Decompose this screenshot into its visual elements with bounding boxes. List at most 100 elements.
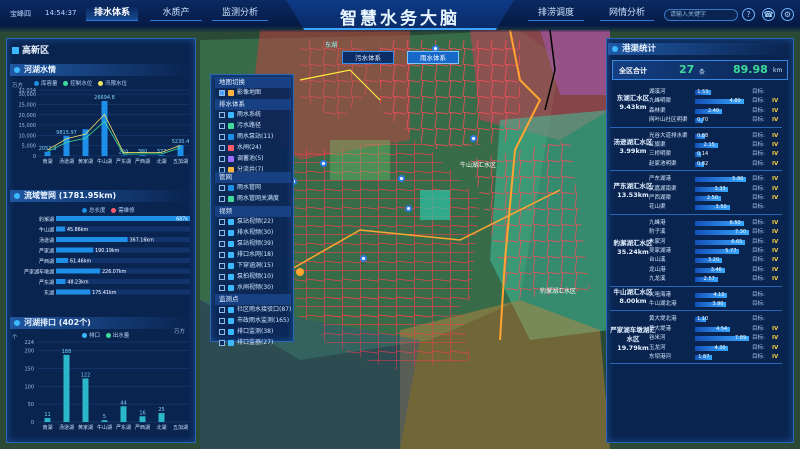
layer-item[interactable]: 雨水管网关满度 <box>219 194 279 204</box>
nav-tab-monitor[interactable]: 监测分析 <box>212 6 268 21</box>
checkbox[interactable] <box>219 155 225 162</box>
tab-rain-system[interactable]: 雨水体系 <box>407 51 459 64</box>
outlet-section-title: 河湖排口 (402个) <box>10 317 190 329</box>
channel-value: 2.57 <box>703 276 715 283</box>
target-level: IV <box>772 151 779 158</box>
bar-value-label: 9815.97 <box>56 130 77 136</box>
layer-item[interactable]: 排水视频(30) <box>219 228 273 238</box>
settings-icon[interactable]: ⚙ <box>781 8 794 21</box>
nav-tab-network[interactable]: 网情分析 <box>600 6 654 21</box>
bar[interactable] <box>158 155 165 156</box>
checkbox[interactable] <box>219 306 225 313</box>
map-label-niushan: 牛山湖汇水区 <box>460 162 497 169</box>
bar[interactable] <box>56 247 94 253</box>
help-icon[interactable]: ? <box>742 8 755 21</box>
checkbox[interactable] <box>219 328 225 335</box>
layer-group-drain[interactable]: 排水体系 <box>215 99 291 110</box>
total-length: 89.98 <box>733 63 768 76</box>
bar[interactable] <box>56 268 101 274</box>
layer-item[interactable]: 泵站视频(39) <box>219 239 273 249</box>
bar[interactable] <box>82 378 89 422</box>
layer-item[interactable]: 雨水系统 <box>219 110 261 120</box>
bar[interactable] <box>44 151 51 156</box>
channel-name: 玉龙河 <box>649 344 666 351</box>
target-label: 目标: <box>752 325 765 332</box>
checkbox[interactable] <box>219 218 225 225</box>
bar[interactable] <box>56 279 66 284</box>
channel-value: 2.50 <box>706 195 719 201</box>
search-input[interactable]: 请输入关键字 <box>664 9 738 21</box>
bar-value-label: 48.23km <box>67 280 89 286</box>
channel-value: 5.77 <box>725 248 737 254</box>
nav-tab-dispatch[interactable]: 排涝调度 <box>528 6 584 21</box>
bar[interactable] <box>101 101 108 156</box>
bar[interactable] <box>44 418 51 422</box>
bar[interactable] <box>82 129 89 156</box>
layer-item[interactable]: 污水路径 <box>219 121 261 131</box>
bar[interactable] <box>63 354 70 422</box>
checkbox[interactable] <box>219 89 225 96</box>
checkbox[interactable] <box>219 317 225 324</box>
layer-item[interactable]: 排口监器(27) <box>219 338 273 348</box>
checkbox[interactable] <box>219 240 225 247</box>
checkbox[interactable] <box>219 339 225 346</box>
target-label: 目标: <box>752 257 765 264</box>
layer-basemap[interactable]: 影像地图 <box>219 88 261 98</box>
map-marker-icon[interactable] <box>360 255 367 262</box>
layer-item[interactable]: 雨水管网 <box>219 183 261 193</box>
checkbox[interactable] <box>219 195 225 202</box>
nav-tab-water-quality[interactable]: 水质产 <box>150 6 202 21</box>
layer-item[interactable]: 下穿涵洞(15) <box>219 261 273 271</box>
nav-tab-drain[interactable]: 排水体系 <box>86 6 138 21</box>
phone-icon[interactable]: ☎ <box>762 8 775 21</box>
bar[interactable] <box>101 420 108 422</box>
checkbox[interactable] <box>219 122 225 129</box>
map-marker-icon[interactable] <box>320 160 327 167</box>
checkbox[interactable] <box>219 284 225 291</box>
location-text: 宝峰四 <box>10 10 31 18</box>
bar[interactable] <box>56 226 65 232</box>
layer-item[interactable]: 排口监测(38) <box>219 327 273 337</box>
bar[interactable] <box>56 237 128 242</box>
checkbox[interactable] <box>219 262 225 269</box>
x-tick-label: 严东湖 <box>116 158 131 165</box>
bar[interactable] <box>177 145 184 156</box>
map-marker-icon[interactable] <box>398 175 405 182</box>
layer-item[interactable]: 调蓄池(5) <box>219 154 264 164</box>
layer-item[interactable]: 排口水网(18) <box>219 250 273 260</box>
layer-group-pipe[interactable]: 管网 <box>215 172 291 183</box>
bar[interactable] <box>56 216 190 221</box>
checkbox[interactable] <box>219 133 225 140</box>
checkbox[interactable] <box>219 251 225 258</box>
bar[interactable] <box>56 289 91 295</box>
checkbox[interactable] <box>219 229 225 236</box>
layer-item[interactable]: 市政雨水监测(165) <box>219 316 289 326</box>
layer-item[interactable]: 水闸视频(30) <box>219 283 273 293</box>
layer-group-monitor[interactable]: 监测点 <box>215 294 291 305</box>
map-marker-icon[interactable] <box>470 135 477 142</box>
bar-value-label: 11 <box>44 412 50 418</box>
layer-item[interactable]: 泵站视频(22) <box>219 217 273 227</box>
target-level: IV <box>772 248 779 254</box>
checkbox[interactable] <box>219 184 225 191</box>
count-unit: 条 <box>699 69 706 76</box>
layer-item[interactable]: 泵拍视频(10) <box>219 272 273 282</box>
tab-sewage-system[interactable]: 污水体系 <box>342 51 394 64</box>
bar[interactable] <box>158 413 165 422</box>
checkbox[interactable] <box>219 111 225 118</box>
layer-item[interactable]: 社区雨水接驳口(87) <box>219 305 291 315</box>
map-marker-icon[interactable] <box>296 268 304 276</box>
bar[interactable] <box>139 155 146 156</box>
bar[interactable] <box>56 258 68 263</box>
target-level: IV <box>772 354 779 360</box>
channel-value: 4.80 <box>729 98 741 105</box>
layer-icon <box>228 317 234 324</box>
checkbox[interactable] <box>219 144 225 151</box>
layer-item[interactable]: 雨水泵站(11) <box>219 132 273 142</box>
bar[interactable] <box>120 406 127 422</box>
bar[interactable] <box>139 416 146 422</box>
checkbox[interactable] <box>219 273 225 280</box>
layer-group-video[interactable]: 视频 <box>215 206 291 217</box>
layer-item[interactable]: 水闸(24) <box>219 143 261 153</box>
map-marker-icon[interactable] <box>405 205 412 212</box>
